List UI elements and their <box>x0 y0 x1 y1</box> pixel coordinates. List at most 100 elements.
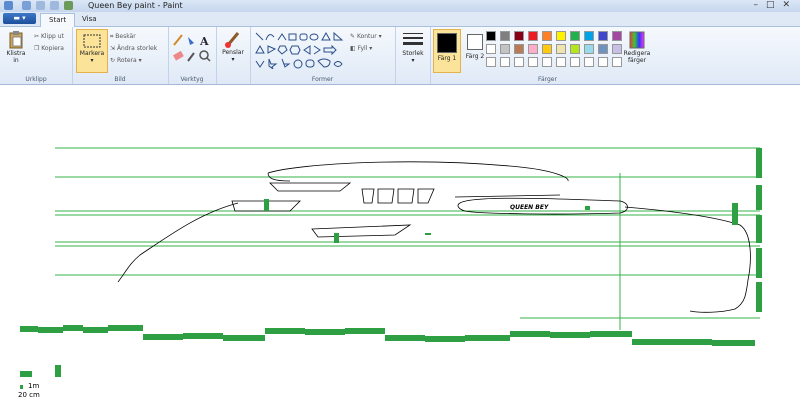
palette-swatch[interactable] <box>556 31 566 41</box>
group-shapes: ✎ Kontur ▾ ◧ Fyll ▾ Former <box>250 27 396 84</box>
copy-button[interactable]: ❐ Kopiera <box>34 45 64 53</box>
palette-swatch[interactable] <box>514 57 524 67</box>
save-icon[interactable] <box>22 1 31 10</box>
palette-swatch[interactable] <box>486 57 496 67</box>
file-menu-button[interactable]: ▬ ▾ <box>3 13 36 24</box>
group-label: Bild <box>114 76 126 83</box>
select-icon <box>83 34 101 48</box>
color1-swatch <box>437 33 457 53</box>
tools-icons: A <box>173 34 211 62</box>
svg-text:A: A <box>199 35 209 48</box>
paste-button[interactable]: Klistra in <box>3 31 29 64</box>
group-label: Verktyg <box>180 76 204 83</box>
redo-icon[interactable] <box>50 1 59 10</box>
quick-access-icon[interactable] <box>64 1 73 10</box>
group-brushes: Penslar ▾ <box>216 27 251 84</box>
size-button[interactable]: Storlek ▾ <box>399 31 427 64</box>
group-tools: A Verktyg <box>168 27 217 84</box>
guide-lines <box>55 147 760 330</box>
palette-swatch[interactable] <box>598 44 608 54</box>
color1-button[interactable]: Färg 1 <box>433 29 461 73</box>
palette-swatch[interactable] <box>598 31 608 41</box>
palette-swatch[interactable] <box>584 57 594 67</box>
palette-swatch[interactable] <box>500 31 510 41</box>
boat-name-text: QUEEN BEY <box>510 204 549 211</box>
palette-swatch[interactable] <box>612 57 622 67</box>
group-label: Former <box>311 76 334 83</box>
scissors-icon: ✂ <box>34 33 41 40</box>
canvas-drawing: QUEEN BEY <box>20 147 762 389</box>
tab-start[interactable]: Start <box>40 13 76 27</box>
boat-outline <box>117 161 751 313</box>
undo-icon[interactable] <box>36 1 45 10</box>
palette-swatch[interactable] <box>486 44 496 54</box>
group-image: Markera ▾ ⌗ Beskär ⇲ Ändra storlek ↻ Rote… <box>72 27 169 84</box>
palette-swatch[interactable] <box>500 57 510 67</box>
rotate-button[interactable]: ↻ Rotera ▾ <box>110 57 142 65</box>
select-button[interactable]: Markera ▾ <box>76 29 108 73</box>
tab-view[interactable]: Visa <box>74 13 105 26</box>
green-markers <box>20 148 762 389</box>
drawing-canvas[interactable]: QUEEN BEY 1m 20 cm <box>0 85 800 410</box>
palette-swatch[interactable] <box>612 44 622 54</box>
pencil-icon[interactable] <box>173 34 183 46</box>
palette-swatch[interactable] <box>598 57 608 67</box>
window-title: Queen Bey paint - Paint <box>88 1 183 10</box>
waterline <box>20 325 755 346</box>
palette-swatch[interactable] <box>528 44 538 54</box>
brushes-button[interactable]: Penslar ▾ <box>220 30 246 63</box>
scale-label: 1m <box>28 382 40 390</box>
color2-swatch <box>467 34 483 50</box>
crop-button[interactable]: ⌗ Beskär <box>110 33 136 41</box>
resize-button[interactable]: ⇲ Ändra storlek <box>110 45 157 53</box>
line-size-icon <box>403 33 423 45</box>
palette-swatch[interactable] <box>500 44 510 54</box>
palette-swatch[interactable] <box>584 31 594 41</box>
ribbon-tabs: ▬ ▾ Start Visa <box>0 12 800 27</box>
palette-swatch[interactable] <box>514 44 524 54</box>
outline-button[interactable]: ✎ Kontur ▾ <box>350 33 382 41</box>
palette-swatch[interactable] <box>528 57 538 67</box>
eraser-icon[interactable] <box>173 50 184 61</box>
ribbon: Klistra in ✂ Klipp ut ❐ Kopiera Urklipp … <box>0 27 800 85</box>
color-picker-icon[interactable] <box>187 52 195 62</box>
palette-swatch[interactable] <box>556 44 566 54</box>
scale-sub-label: 20 cm <box>18 391 40 399</box>
brush-icon <box>225 32 240 48</box>
group-label: Urklipp <box>25 76 47 83</box>
boat-windows <box>361 188 435 204</box>
palette-swatch[interactable] <box>570 31 580 41</box>
group-colors: Färg 1 Färg 2 Redigera färger Färger <box>430 27 665 84</box>
palette-swatch[interactable] <box>542 57 552 67</box>
fill-button[interactable]: ◧ Fyll ▾ <box>350 45 372 53</box>
color2-button[interactable]: Färg 2 <box>462 29 488 60</box>
palette-swatch[interactable] <box>486 31 496 41</box>
palette-swatch[interactable] <box>528 31 538 41</box>
magnifier-icon[interactable] <box>199 50 211 62</box>
fill-icon: ◧ <box>350 45 358 52</box>
group-clipboard: Klistra in ✂ Klipp ut ❐ Kopiera Urklipp <box>0 27 73 84</box>
group-label: Färger <box>538 76 557 83</box>
cut-button[interactable]: ✂ Klipp ut <box>34 33 64 41</box>
palette-swatch[interactable] <box>612 31 622 41</box>
color-wheel-icon <box>629 31 645 49</box>
color-palette <box>486 31 626 71</box>
palette-swatch[interactable] <box>570 44 580 54</box>
group-size: Storlek ▾ <box>395 27 431 84</box>
palette-swatch[interactable] <box>514 31 524 41</box>
shapes-gallery[interactable] <box>254 31 346 69</box>
palette-swatch[interactable] <box>570 57 580 67</box>
fill-bucket-icon[interactable] <box>188 37 194 45</box>
edit-colors-button[interactable]: Redigera färger <box>622 31 652 64</box>
resize-icon: ⇲ <box>110 45 117 52</box>
outline-icon: ✎ <box>350 33 357 40</box>
palette-swatch[interactable] <box>542 31 552 41</box>
window-controls[interactable]: –□✕ <box>753 0 798 11</box>
clipboard-icon <box>9 31 23 49</box>
palette-swatch[interactable] <box>584 44 594 54</box>
text-icon[interactable]: A <box>199 35 209 48</box>
rotate-icon: ↻ <box>110 57 117 64</box>
app-icon <box>4 1 13 10</box>
palette-swatch[interactable] <box>556 57 566 67</box>
palette-swatch[interactable] <box>542 44 552 54</box>
